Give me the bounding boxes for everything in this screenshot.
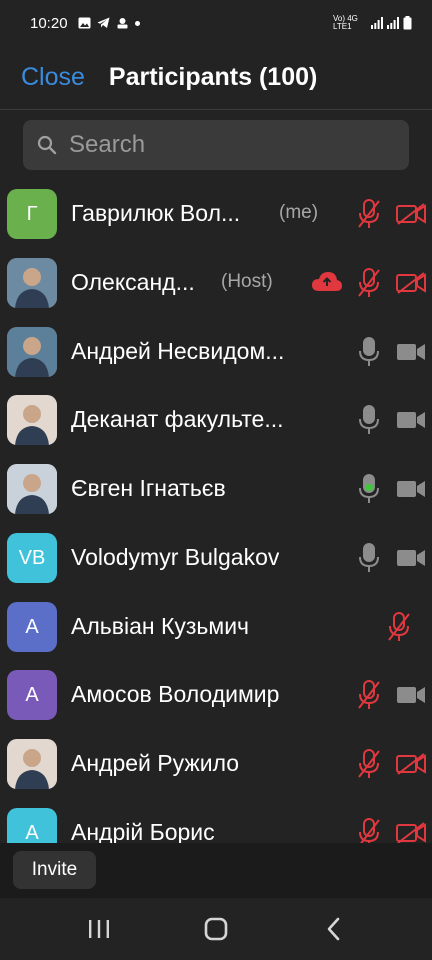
- status-right-icons: Vo) 4G LTE1: [333, 15, 412, 31]
- avatar-photo: [7, 327, 57, 377]
- avatar-initials: A: [25, 615, 39, 638]
- battery-icon: [403, 16, 412, 30]
- participant-row[interactable]: Євген Ігнатьєв: [0, 455, 432, 524]
- video-off-icon[interactable]: [395, 822, 427, 843]
- search-input[interactable]: [69, 131, 389, 159]
- page-title: Participants (100): [108, 63, 318, 91]
- signal-icon-2: [387, 17, 399, 29]
- mic-icon[interactable]: [358, 337, 380, 367]
- avatar: [7, 258, 57, 308]
- participant-name: Андрій Борис: [71, 819, 215, 843]
- video-icon[interactable]: [395, 478, 427, 500]
- network-type-label: Vo) 4G LTE1: [333, 14, 358, 31]
- participant-name: Андрей Несвидом...: [71, 338, 285, 364]
- participant-row[interactable]: Г Гаврилюк Вол... (me): [0, 180, 432, 249]
- mic-muted-icon[interactable]: [358, 749, 380, 779]
- mic-muted-icon[interactable]: [388, 612, 410, 642]
- avatar: VB: [7, 533, 57, 583]
- participant-name: Альвіан Кузьмич: [71, 613, 250, 639]
- video-icon[interactable]: [395, 684, 427, 706]
- participant-row[interactable]: A Андрій Борис: [0, 799, 432, 843]
- avatar: Г: [7, 189, 57, 239]
- recent-apps-icon: [88, 920, 109, 938]
- status-notification-icons: [78, 17, 140, 29]
- avatar-initials: VB: [18, 546, 46, 569]
- participant-name: Volodymyr Bulgakov: [71, 544, 280, 570]
- participant-name: Андрей Ружило: [71, 750, 240, 776]
- mic-active-icon[interactable]: [358, 474, 380, 504]
- video-off-icon[interactable]: [395, 203, 427, 225]
- participant-name: Євген Ігнатьєв: [71, 475, 226, 501]
- participant-name: Амосов Володимир: [71, 681, 280, 707]
- video-icon[interactable]: [395, 341, 427, 363]
- mic-icon[interactable]: [358, 405, 380, 435]
- participant-row[interactable]: VB Volodymyr Bulgakov: [0, 524, 432, 593]
- participants-header: Close Participants (100): [0, 46, 432, 110]
- mic-icon[interactable]: [358, 543, 380, 573]
- avatar-photo: [7, 464, 57, 514]
- home-icon: [204, 917, 228, 941]
- participant-role-tag: (me): [279, 202, 319, 223]
- back-button[interactable]: [303, 909, 363, 949]
- avatar: [7, 739, 57, 789]
- participant-role-tag: (Host): [221, 271, 273, 292]
- participant-row[interactable]: Андрей Несвидом...: [0, 318, 432, 387]
- back-icon: [328, 917, 340, 941]
- system-navigation-bar: [0, 898, 432, 960]
- participant-row[interactable]: A Амосов Володимир: [0, 661, 432, 730]
- close-button[interactable]: Close: [21, 63, 85, 92]
- avatar: [7, 464, 57, 514]
- participant-row[interactable]: A Альвіан Кузьмич: [0, 593, 432, 662]
- mic-muted-icon[interactable]: [358, 199, 380, 229]
- home-button[interactable]: [186, 909, 246, 949]
- avatar-initials: Г: [26, 202, 38, 225]
- avatar: A: [7, 670, 57, 720]
- participant-row[interactable]: Деканат факульте...: [0, 386, 432, 455]
- avatar-photo: [7, 258, 57, 308]
- status-bar: 10:20 Vo) 4G LTE1: [0, 0, 432, 46]
- search-icon: [37, 135, 57, 155]
- participant-name: Олександ...: [71, 269, 195, 295]
- more-dot-icon: [134, 20, 140, 26]
- invite-button[interactable]: Invite: [13, 851, 96, 889]
- avatar-photo: [7, 395, 57, 445]
- telegram-icon: [97, 17, 110, 28]
- video-icon[interactable]: [395, 409, 427, 431]
- avatar: [7, 395, 57, 445]
- mic-muted-icon[interactable]: [358, 268, 380, 298]
- video-off-icon[interactable]: [395, 272, 427, 294]
- video-icon[interactable]: [395, 547, 427, 569]
- avatar-initials: A: [25, 683, 39, 706]
- participant-row[interactable]: Олександ... (Host): [0, 249, 432, 318]
- participant-list[interactable]: Г Гаврилюк Вол... (me) Олександ... (Host) Анд…: [0, 180, 432, 843]
- participant-name: Гаврилюк Вол...: [71, 200, 241, 226]
- mic-muted-icon[interactable]: [358, 680, 380, 710]
- avatar: [7, 327, 57, 377]
- gallery-icon: [78, 17, 91, 29]
- mic-muted-icon[interactable]: [358, 818, 380, 843]
- avatar-photo: [7, 739, 57, 789]
- signal-icon: [371, 17, 383, 29]
- avatar-initials: A: [25, 821, 39, 844]
- avatar: A: [7, 602, 57, 652]
- search-bar[interactable]: [23, 120, 409, 170]
- video-off-icon[interactable]: [395, 753, 427, 775]
- app-notification-icon: [117, 18, 128, 29]
- avatar: A: [7, 808, 57, 843]
- participant-row[interactable]: Андрей Ружило: [0, 730, 432, 799]
- participant-name: Деканат факульте...: [71, 406, 284, 432]
- recent-apps-button[interactable]: [69, 909, 129, 949]
- cloud-recording-icon: [311, 271, 343, 293]
- status-time: 10:20: [30, 14, 68, 32]
